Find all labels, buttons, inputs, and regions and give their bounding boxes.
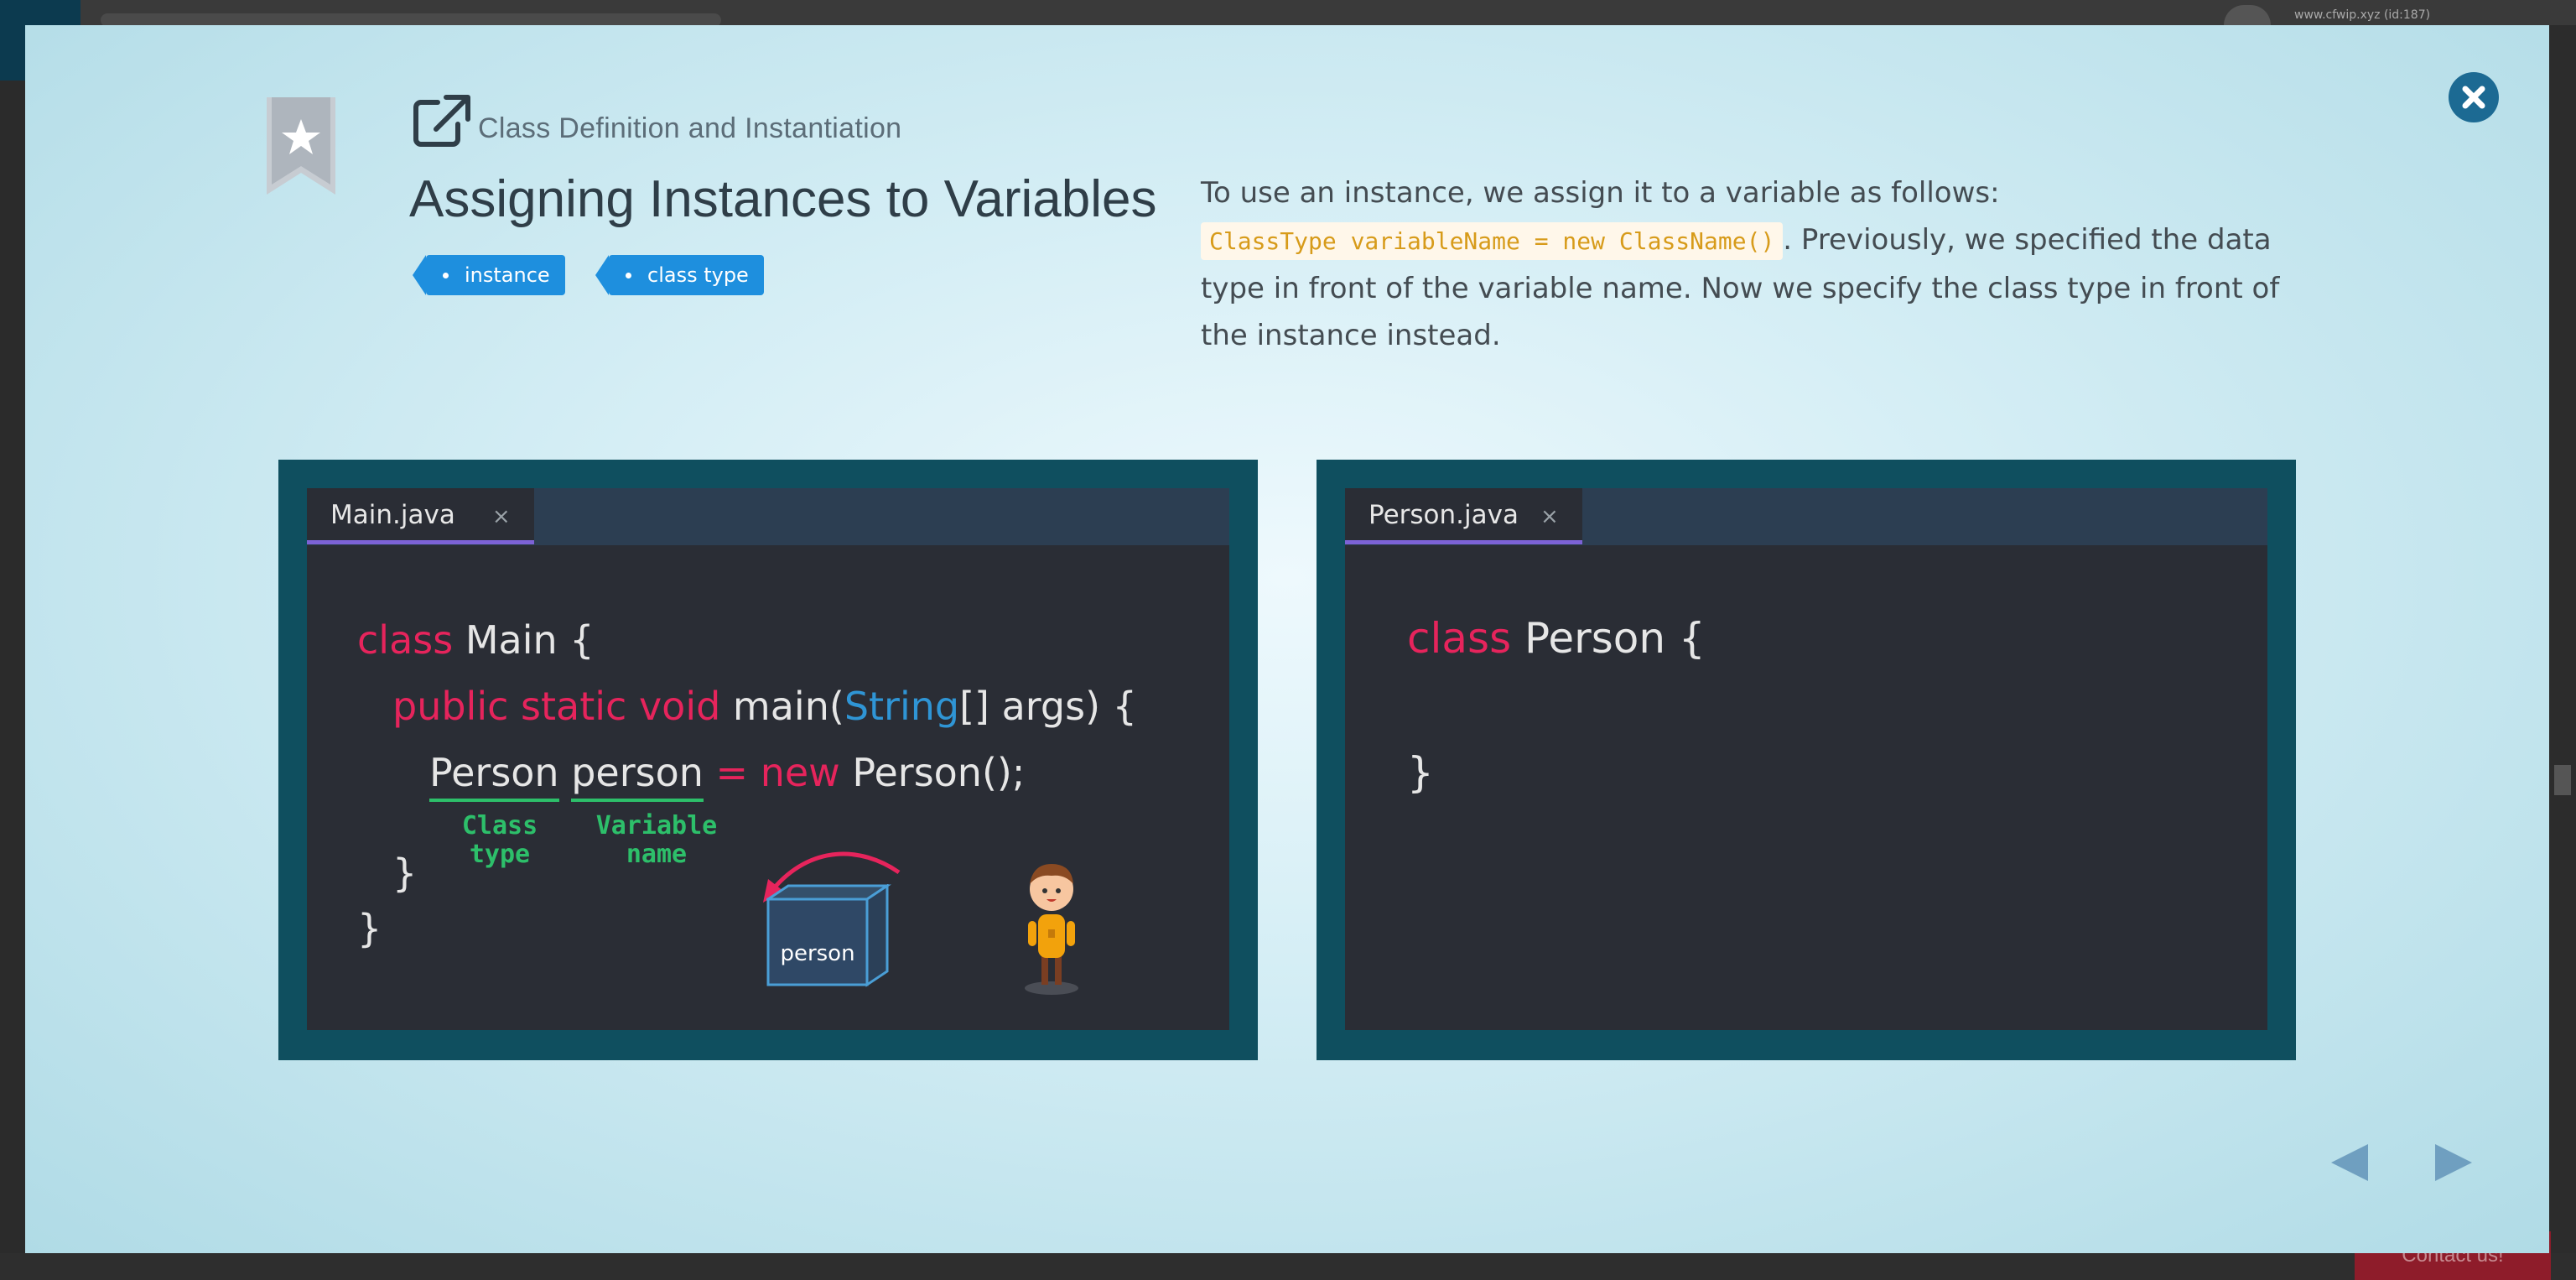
prev-arrow-icon[interactable] (2328, 1141, 2371, 1184)
code-text: Main { (453, 617, 595, 663)
background-scrollbar[interactable] (2549, 25, 2576, 1253)
description-intro: To use an instance, we assign it to a va… (1201, 176, 2000, 210)
bookmark-star-icon[interactable] (267, 97, 335, 195)
boy-character-icon (1025, 864, 1078, 995)
keyword: new (760, 750, 840, 795)
class-type-token: Person (429, 750, 559, 802)
lesson-subtitle: Class Definition and Instantiation (478, 112, 902, 144)
code-line-4: } (392, 851, 418, 896)
editor-tabbar: Main.java × (307, 488, 1229, 545)
tab-label: Person.java (1368, 500, 1519, 530)
code-text: Person { (1511, 614, 1706, 663)
code-line-5: } (357, 906, 382, 951)
keyword: public static void (392, 684, 721, 729)
keyword: class (357, 617, 454, 663)
code-line-3: Person person = new Person(); (429, 750, 1026, 802)
variable-name-token: person (571, 750, 704, 802)
close-icon (2462, 86, 2485, 109)
code-line-1: class Main { (357, 617, 595, 663)
tab-close-icon[interactable]: × (492, 504, 511, 529)
tab-close-icon[interactable]: × (1540, 504, 1559, 529)
lesson-title: Assigning Instances to Variables (409, 170, 1157, 228)
code-text: main( (720, 684, 844, 729)
code-line-2: } (1407, 748, 1434, 797)
variable-name-annotation: Variable name (595, 811, 718, 869)
editor-tabbar: Person.java × (1345, 488, 2267, 545)
tag-instance[interactable]: instance (413, 255, 565, 295)
box-label: person (780, 941, 855, 966)
main-java-panel: Main.java × class Main { public static vo… (278, 460, 1258, 1060)
code-text: Person(); (839, 750, 1026, 795)
main-java-editor: Main.java × class Main { public static vo… (307, 488, 1229, 1030)
next-arrow-icon[interactable] (2432, 1141, 2475, 1184)
tab-main-java[interactable]: Main.java × (307, 488, 534, 544)
class-type-annotation: Class type (461, 811, 538, 869)
external-link-icon[interactable] (413, 94, 471, 148)
keyword: class (1407, 614, 1512, 663)
lesson-description: To use an instance, we assign it to a va… (1201, 169, 2291, 359)
background-bottom-bar (0, 1253, 2576, 1280)
description-code-snippet: ClassType variableName = new ClassName() (1201, 222, 1784, 260)
person-java-editor: Person.java × class Person { } (1345, 488, 2267, 1030)
assign-operator: = (715, 750, 749, 795)
tab-label: Main.java (330, 500, 455, 530)
close-button[interactable] (2449, 72, 2499, 122)
person-java-panel: Person.java × class Person { } (1317, 460, 2296, 1060)
background-scrollbar-thumb[interactable] (2554, 765, 2571, 795)
background-user-text: www.cfwip.xyz (id:187) (2294, 8, 2431, 22)
tag-class-type[interactable]: class type (595, 255, 764, 295)
lesson-modal: Class Definition and Instantiation Assig… (25, 25, 2549, 1253)
code-line-2: public static void main(String[] args) { (392, 684, 1137, 729)
code-text: [] args) { (959, 684, 1137, 729)
code-line-1: class Person { (1407, 614, 1706, 663)
tab-person-java[interactable]: Person.java × (1345, 488, 1582, 544)
type-name: String (844, 684, 960, 729)
